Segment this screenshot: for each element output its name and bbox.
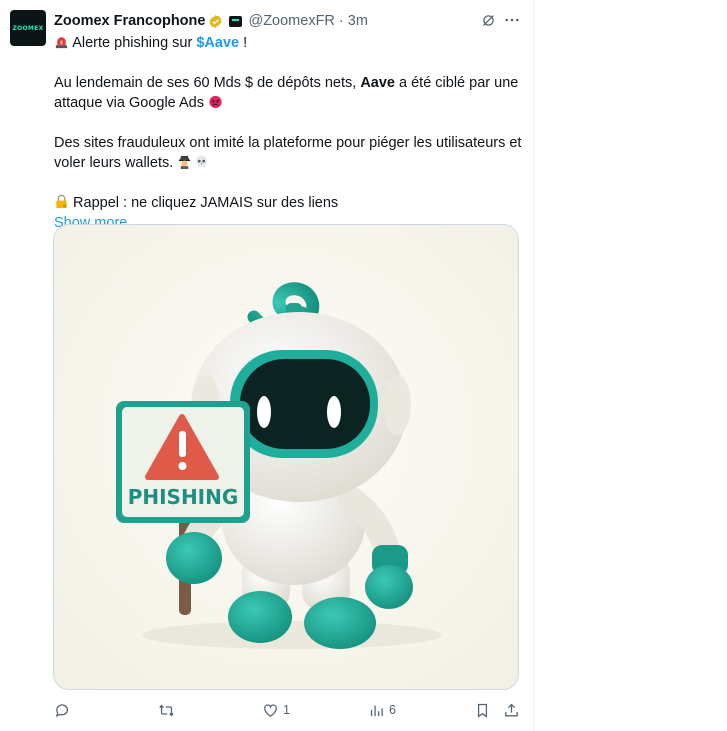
avatar[interactable]: ZOOMEX (10, 10, 46, 46)
affiliate-badge-icon[interactable] (229, 15, 243, 27)
share-button[interactable] (503, 700, 520, 720)
timestamp[interactable]: 3m (348, 13, 368, 29)
verified-badge-icon (210, 14, 222, 28)
tweet-line-1: Alerte phishing sur $Aave ! (54, 33, 514, 53)
separator-dot: · (338, 13, 344, 29)
tweet-image[interactable]: PHISHING (53, 224, 519, 690)
retweet-button[interactable] (158, 700, 179, 720)
cashtag-link[interactable]: $Aave (196, 35, 239, 51)
more-options-icon[interactable] (502, 10, 522, 30)
detective-emoji-icon (179, 155, 191, 169)
like-count: 1 (283, 703, 290, 717)
tweet-line-2: Au lendemain de ses 60 Mds $ de dépôts n… (54, 75, 519, 91)
tweet-header: Zoomex Francophone @ZoomexFR · 3m (54, 12, 368, 30)
siren-emoji-icon (55, 37, 68, 49)
grok-icon[interactable] (478, 10, 498, 30)
author-handle[interactable]: @ZoomexFR (248, 13, 334, 29)
tweet-text: Alerte phishing sur $Aave ! Au lendemain… (54, 33, 522, 233)
share-icon (505, 703, 518, 716)
tweet-line-5: voler leurs wallets. (54, 153, 514, 173)
author-name[interactable]: Zoomex Francophone (54, 13, 205, 29)
reply-icon (55, 703, 69, 717)
tweet-line-6: Rappel : ne cliquez JAMAIS sur des liens (54, 193, 514, 213)
views-chart-icon (370, 705, 383, 716)
skull-emoji-icon (196, 155, 208, 168)
robot-phishing-illustration: PHISHING (54, 225, 518, 689)
avatar-logo-text: ZOOMEX (12, 24, 44, 32)
tweet-line-4: Des sites frauduleux ont imité la platef… (54, 135, 522, 151)
angry-face-emoji-icon (209, 95, 222, 109)
action-bar: 1 6 (54, 700, 524, 720)
views-count: 6 (389, 703, 396, 717)
bookmark-button[interactable] (474, 700, 491, 720)
views-button[interactable]: 6 (368, 700, 396, 720)
sign-text: PHISHING (128, 485, 239, 509)
heart-icon (264, 703, 277, 717)
reply-button[interactable] (54, 700, 75, 720)
tweet-line-3: attaque via Google Ads (54, 93, 514, 113)
bookmark-icon (477, 703, 488, 718)
tweet-card[interactable]: ZOOMEX Zoomex Francophone @ZoomexFR · 3m (0, 0, 534, 731)
retweet-icon (159, 704, 174, 716)
like-button[interactable]: 1 (262, 700, 290, 720)
lock-key-emoji-icon (56, 194, 67, 209)
